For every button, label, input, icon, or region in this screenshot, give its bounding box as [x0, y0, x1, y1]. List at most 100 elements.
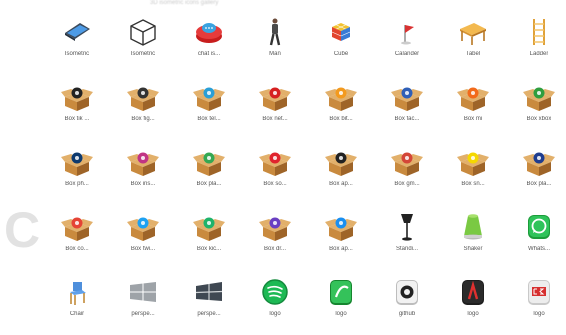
- gallery-tile[interactable]: Standi...: [374, 205, 440, 270]
- gallery-tile[interactable]: Box fac...: [374, 75, 440, 140]
- box-apple-icon: [325, 146, 357, 178]
- gallery-tile[interactable]: Box dr...: [242, 205, 308, 270]
- gallery-tile[interactable]: Box tel...: [176, 75, 242, 140]
- box-telegram-icon: [193, 81, 225, 113]
- tile-label: Box fac...: [394, 116, 420, 122]
- gallery-tile[interactable]: Box bit...: [308, 75, 374, 140]
- box-chrome-icon: [61, 211, 93, 243]
- gallery-tile[interactable]: Box sn...: [440, 140, 506, 205]
- gallery-tile[interactable]: Box pla...: [176, 140, 242, 205]
- gallery-tile[interactable]: Chair: [44, 270, 110, 335]
- gallery-tile[interactable]: Box gm...: [374, 140, 440, 205]
- gallery-tile[interactable]: Box kic...: [176, 205, 242, 270]
- tile-label: logo: [335, 311, 347, 317]
- tile-label: Box tik ...: [64, 116, 90, 122]
- gallery-tile[interactable]: Man: [242, 10, 308, 75]
- gallery-tile[interactable]: Box xbox: [506, 75, 566, 140]
- chair-icon: [61, 276, 93, 308]
- icon-grid: Isometric Isometric chat is... Man Cube Calan…: [44, 10, 564, 335]
- perspective-panel-icon: [127, 276, 159, 308]
- tile-label: Box co...: [65, 246, 89, 252]
- gallery-tile[interactable]: Box ap...: [308, 140, 374, 205]
- tile-label: Box xbox: [526, 116, 552, 122]
- gallery-tile[interactable]: logo: [440, 270, 506, 335]
- tile-label: Chair: [69, 311, 85, 317]
- tile-label: Box fig...: [131, 116, 155, 122]
- gallery-tile[interactable]: Box so...: [242, 140, 308, 205]
- tile-label: Box net...: [262, 116, 288, 122]
- tile-label: logo: [269, 311, 281, 317]
- standing-lamp-icon: [391, 211, 423, 243]
- gallery-tile[interactable]: chat is...: [176, 10, 242, 75]
- gallery-tile[interactable]: Box mi: [440, 75, 506, 140]
- tile-label: Box gm...: [394, 181, 420, 187]
- gallery-tile[interactable]: logo: [506, 270, 566, 335]
- box-snapchat-icon: [457, 146, 489, 178]
- gallery-tile[interactable]: Ladder: [506, 10, 566, 75]
- tile-label: Isometric: [130, 51, 156, 57]
- box-mi-icon: [457, 81, 489, 113]
- gallery-tile[interactable]: Whats...: [506, 205, 566, 270]
- android-logo-icon: [325, 276, 357, 308]
- box-tiktok-icon: [61, 81, 93, 113]
- box-play-icon: [193, 146, 225, 178]
- gallery-tile[interactable]: Box ap...: [308, 205, 374, 270]
- box-twitter-icon: [127, 211, 159, 243]
- watermark-letter: C: [4, 202, 41, 258]
- gallery-tile[interactable]: logo: [308, 270, 374, 335]
- tile-label: Isometric: [64, 51, 90, 57]
- gallery-tile[interactable]: github: [374, 270, 440, 335]
- tile-label: logo: [467, 311, 479, 317]
- gallery-tile[interactable]: Box twi...: [110, 205, 176, 270]
- tile-label: Box ap...: [329, 246, 353, 252]
- tile-label: Standi...: [395, 246, 418, 252]
- tile-label: Whats...: [527, 246, 550, 252]
- tile-label: Box twi...: [130, 246, 156, 252]
- gallery-tile[interactable]: Isometric: [44, 10, 110, 75]
- gallery-tile[interactable]: perspe...: [176, 270, 242, 335]
- box-instagram-icon: [127, 146, 159, 178]
- gallery-tile[interactable]: Calander: [374, 10, 440, 75]
- tile-label: Box pla...: [196, 181, 222, 187]
- man-icon: [259, 16, 291, 48]
- gallery-tile[interactable]: Box pla...: [506, 140, 566, 205]
- ladder-icon: [523, 16, 555, 48]
- gallery-tile[interactable]: Shaker: [440, 205, 506, 270]
- phone-icon: [61, 16, 93, 48]
- tile-label: Ladder: [529, 51, 549, 57]
- chat-button-icon: [193, 16, 225, 48]
- gallery-tile[interactable]: Box net...: [242, 75, 308, 140]
- gallery-tile[interactable]: Box fig...: [110, 75, 176, 140]
- gallery-tile[interactable]: logo: [242, 270, 308, 335]
- tile-label: Box bit...: [329, 116, 353, 122]
- gallery-tile[interactable]: Box ph...: [44, 140, 110, 205]
- box-discord-icon: [259, 211, 291, 243]
- gallery-tile[interactable]: Tabel: [440, 10, 506, 75]
- tile-label: chat is...: [197, 51, 221, 57]
- header-text: 3D isometric icons gallery: [150, 0, 219, 6]
- gallery-tile[interactable]: Box co...: [44, 205, 110, 270]
- wireframe-cube-icon: [127, 16, 159, 48]
- box-kickstarter-icon: [193, 211, 225, 243]
- tile-label: logo: [533, 311, 545, 317]
- gallery-tile[interactable]: Box ins...: [110, 140, 176, 205]
- gallery-tile[interactable]: perspe...: [110, 270, 176, 335]
- cs-logo-icon: [523, 276, 555, 308]
- gallery-tile[interactable]: Cube: [308, 10, 374, 75]
- tile-label: Box ap...: [329, 181, 353, 187]
- tile-label: Box so...: [263, 181, 287, 187]
- tile-label: Box kic...: [196, 246, 222, 252]
- gallery-tile[interactable]: Isometric: [110, 10, 176, 75]
- tile-label: Box pla...: [526, 181, 552, 187]
- gallery-tile[interactable]: Box tik ...: [44, 75, 110, 140]
- tile-label: Cube: [333, 51, 349, 57]
- box-appstore-icon: [325, 211, 357, 243]
- tile-label: Box mi: [463, 116, 483, 122]
- tile-label: Box ph...: [65, 181, 89, 187]
- box-gmail-icon: [391, 146, 423, 178]
- tile-label: Box sn...: [461, 181, 485, 187]
- calendar-flag-icon: [391, 16, 423, 48]
- spotify-logo-icon: [259, 276, 291, 308]
- perspective-window-icon: [193, 276, 225, 308]
- table-icon: [457, 16, 489, 48]
